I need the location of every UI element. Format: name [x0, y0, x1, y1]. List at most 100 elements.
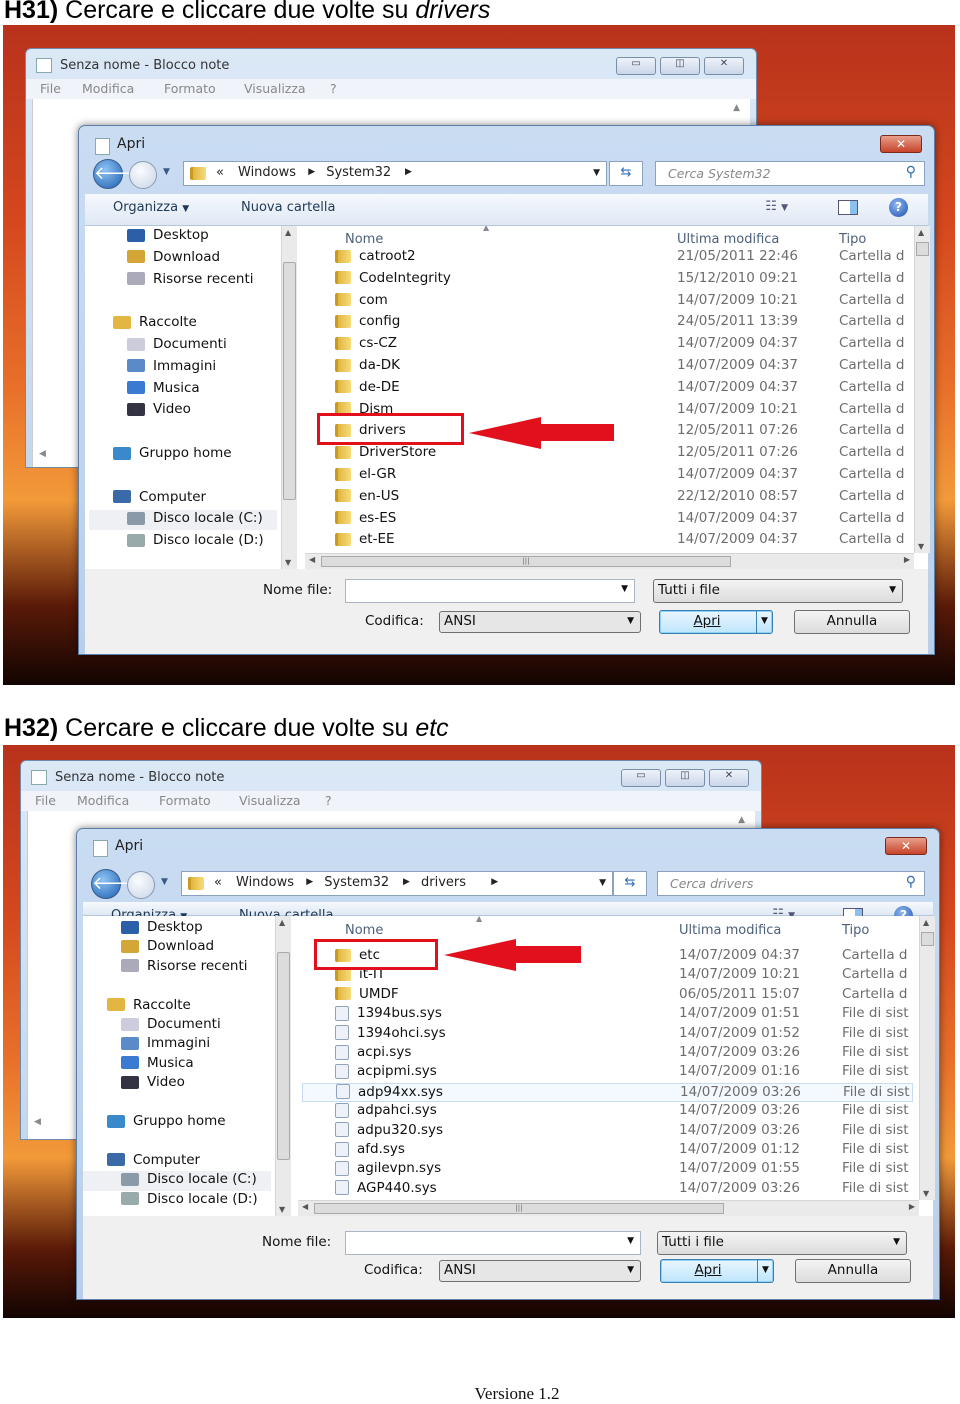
close-button[interactable]: ✕	[880, 135, 922, 153]
nav-item[interactable]: Immagini	[83, 1035, 271, 1055]
nav-pane-scrollbar[interactable]: ▲ ▼	[281, 226, 297, 569]
refresh-button[interactable]: ⇆	[609, 161, 643, 186]
file-row[interactable]: da-DK 14/07/2009 04:37 Cartella d	[309, 357, 908, 379]
file-row[interactable]: UMDF 06/05/2011 15:07 Cartella d	[302, 986, 913, 1005]
scroll-left-arrow[interactable]: ◀	[34, 1117, 41, 1127]
close-button[interactable]: ✕	[704, 57, 744, 75]
file-row[interactable]: config 24/05/2011 13:39 Cartella d	[309, 313, 908, 335]
menu-item[interactable]: ?	[325, 793, 332, 808]
nav-item[interactable]: Documenti	[89, 336, 277, 356]
encoding-dropdown[interactable]: ANSI ▼	[439, 611, 641, 633]
open-dropdown-icon[interactable]: ▼	[756, 611, 772, 633]
file-row[interactable]: agilevpn.sys 14/07/2009 01:55 File di si…	[302, 1160, 913, 1179]
view-options-icon[interactable]: ☷ ▼	[765, 199, 788, 214]
file-row[interactable]: com 14/07/2009 10:21 Cartella d	[309, 292, 908, 314]
organize-button[interactable]: Organizza ▼	[113, 200, 189, 215]
file-row[interactable]: el-GR 14/07/2009 04:37 Cartella d	[309, 466, 908, 488]
file-row[interactable]: CodeIntegrity 15/12/2010 09:21 Cartella …	[309, 270, 908, 292]
search-input[interactable]: Cerca System32 ⚲	[655, 161, 925, 186]
filename-input[interactable]: ▼	[345, 579, 635, 603]
nav-item[interactable]: Disco locale (D:)	[89, 532, 277, 552]
column-header-date[interactable]: Ultima modifica	[677, 232, 779, 247]
breadcrumb-chevron-icon[interactable]: ▶	[403, 877, 410, 887]
forward-button[interactable]	[127, 871, 155, 899]
file-row[interactable]: AGP440.sys 14/07/2009 03:26 File di sist	[302, 1180, 913, 1199]
maximize-button[interactable]: ◫	[665, 769, 705, 787]
file-row[interactable]: cs-CZ 14/07/2009 04:37 Cartella d	[309, 335, 908, 357]
file-row[interactable]: es-ES 14/07/2009 04:37 Cartella d	[309, 510, 908, 532]
nav-item[interactable]: Computer	[83, 1152, 271, 1172]
scroll-up-arrow[interactable]: ▲	[733, 103, 740, 113]
nav-item[interactable]: Raccolte	[89, 314, 277, 334]
nav-item[interactable]: Gruppo home	[83, 1113, 271, 1133]
close-button[interactable]: ✕	[885, 837, 927, 855]
preview-pane-icon[interactable]	[838, 200, 858, 215]
refresh-button[interactable]: ⇆	[613, 871, 647, 896]
address-bar[interactable]: « Windows ▶ System32 ▶ ▼	[183, 161, 607, 186]
scroll-up-arrow[interactable]: ▲	[738, 815, 745, 825]
nav-item[interactable]: Desktop	[83, 919, 271, 939]
file-row[interactable]: adpu320.sys 14/07/2009 03:26 File di sis…	[302, 1122, 913, 1141]
nav-item[interactable]: Desktop	[89, 227, 277, 247]
menu-item[interactable]: Visualizza	[239, 793, 301, 808]
file-row[interactable]: de-DE 14/07/2009 04:37 Cartella d	[309, 379, 908, 401]
breadcrumb-chevron-icon[interactable]: ▶	[405, 167, 412, 177]
search-input[interactable]: Cerca drivers ⚲	[657, 871, 925, 896]
file-list-scrollbar[interactable]: ▲ ▼	[919, 916, 935, 1200]
forward-button[interactable]	[129, 161, 157, 189]
nav-item[interactable]: Risorse recenti	[83, 958, 271, 978]
nav-item[interactable]: Documenti	[83, 1016, 271, 1036]
file-row[interactable]: en-US 22/12/2010 08:57 Cartella d	[309, 488, 908, 510]
breadcrumb-overflow-icon[interactable]: «	[214, 875, 222, 890]
new-folder-button[interactable]: Nuova cartella	[241, 200, 335, 215]
menu-item[interactable]: Visualizza	[244, 81, 306, 96]
menu-item[interactable]: Modifica	[77, 793, 129, 808]
recent-pages-dropdown-icon[interactable]: ▼	[161, 877, 168, 887]
breadcrumb-chevron-icon[interactable]: ▶	[306, 877, 313, 887]
minimize-button[interactable]: ▭	[616, 57, 656, 75]
scroll-left-arrow[interactable]: ◀	[39, 449, 46, 459]
breadcrumb-item[interactable]: Windows	[238, 165, 296, 180]
open-dropdown-icon[interactable]: ▼	[757, 1260, 773, 1282]
recent-pages-dropdown-icon[interactable]: ▼	[163, 167, 170, 177]
column-header-date[interactable]: Ultima modifica	[679, 923, 781, 938]
column-header-name[interactable]: Nome	[345, 232, 383, 247]
nav-item[interactable]: Disco locale (C:)	[83, 1171, 271, 1192]
breadcrumb-chevron-icon[interactable]: ▶	[308, 167, 315, 177]
cancel-button[interactable]: Annulla	[795, 1259, 911, 1283]
file-row[interactable]: 1394bus.sys 14/07/2009 01:51 File di sis…	[302, 1005, 913, 1024]
nav-item[interactable]: Gruppo home	[89, 445, 277, 465]
nav-item[interactable]: Disco locale (D:)	[83, 1191, 271, 1211]
file-list-scrollbar[interactable]: ▲ ▼	[914, 226, 930, 553]
nav-item[interactable]: Video	[83, 1074, 271, 1094]
file-list-horizontal-scrollbar[interactable]: ◀ ||| ▶	[298, 1200, 919, 1216]
breadcrumb-item[interactable]: Windows	[236, 875, 294, 890]
close-button[interactable]: ✕	[709, 769, 749, 787]
file-row[interactable]: acpi.sys 14/07/2009 03:26 File di sist	[302, 1044, 913, 1063]
back-button[interactable]: 🡐	[93, 159, 142, 189]
menu-item[interactable]: File	[40, 81, 61, 96]
nav-item[interactable]: Raccolte	[83, 997, 271, 1017]
file-row[interactable]: afd.sys 14/07/2009 01:12 File di sist	[302, 1141, 913, 1160]
file-list-horizontal-scrollbar[interactable]: ◀ ||| ▶	[305, 553, 914, 569]
file-row[interactable]: catroot2 21/05/2011 22:46 Cartella d	[309, 248, 908, 270]
file-row[interactable]: adpahci.sys 14/07/2009 03:26 File di sis…	[302, 1102, 913, 1121]
nav-item[interactable]: Video	[89, 401, 277, 421]
address-bar[interactable]: « Windows ▶ System32 ▶ drivers ▶ ▼	[181, 871, 613, 896]
menu-item[interactable]: Modifica	[82, 81, 134, 96]
nav-item[interactable]: Musica	[83, 1055, 271, 1075]
breadcrumb-item[interactable]: drivers	[421, 875, 466, 890]
maximize-button[interactable]: ◫	[660, 57, 700, 75]
back-button[interactable]: 🡐	[91, 869, 140, 899]
open-button[interactable]: Apri ▼	[660, 1259, 774, 1283]
breadcrumb-overflow-icon[interactable]: «	[216, 165, 224, 180]
nav-item[interactable]: Immagini	[89, 358, 277, 378]
file-row[interactable]: 1394ohci.sys 14/07/2009 01:52 File di si…	[302, 1025, 913, 1044]
open-button[interactable]: Apri ▼	[659, 610, 773, 634]
nav-item[interactable]: Disco locale (C:)	[89, 510, 277, 531]
nav-item[interactable]: Computer	[89, 489, 277, 509]
cancel-button[interactable]: Annulla	[794, 610, 910, 634]
menu-item[interactable]: Formato	[164, 81, 216, 96]
minimize-button[interactable]: ▭	[621, 769, 661, 787]
encoding-dropdown[interactable]: ANSI ▼	[439, 1260, 641, 1282]
